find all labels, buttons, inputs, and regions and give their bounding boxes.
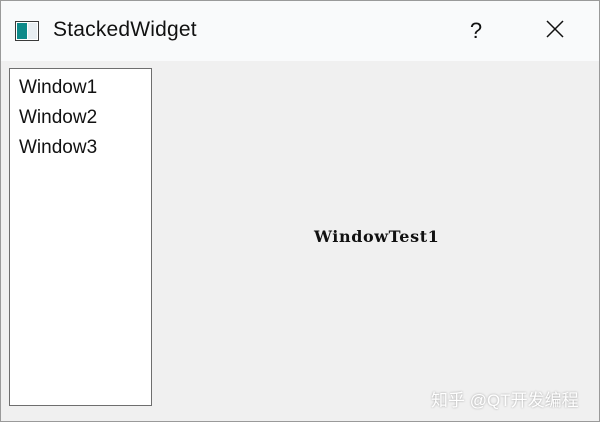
window-title: StackedWidget (53, 18, 197, 41)
watermark: 知乎 @QT开发编程 (431, 391, 579, 410)
list-item-window1[interactable]: Window1 (10, 73, 151, 103)
title-bar[interactable]: StackedWidget ? (1, 1, 599, 61)
list-item-window2[interactable]: Window2 (10, 103, 151, 133)
close-button[interactable] (528, 9, 582, 53)
close-icon (545, 19, 565, 44)
help-button[interactable]: ? (453, 9, 499, 53)
help-label: ? (469, 18, 483, 43)
window-list[interactable]: Window1 Window2 Window3 (9, 68, 152, 406)
list-item-window3[interactable]: Window3 (10, 133, 151, 163)
app-window-icon (15, 21, 39, 41)
stacked-widget-window: StackedWidget ? Window1 Window2 Window3 … (0, 0, 600, 422)
stacked-page-label: WindowTest1 (314, 227, 440, 246)
